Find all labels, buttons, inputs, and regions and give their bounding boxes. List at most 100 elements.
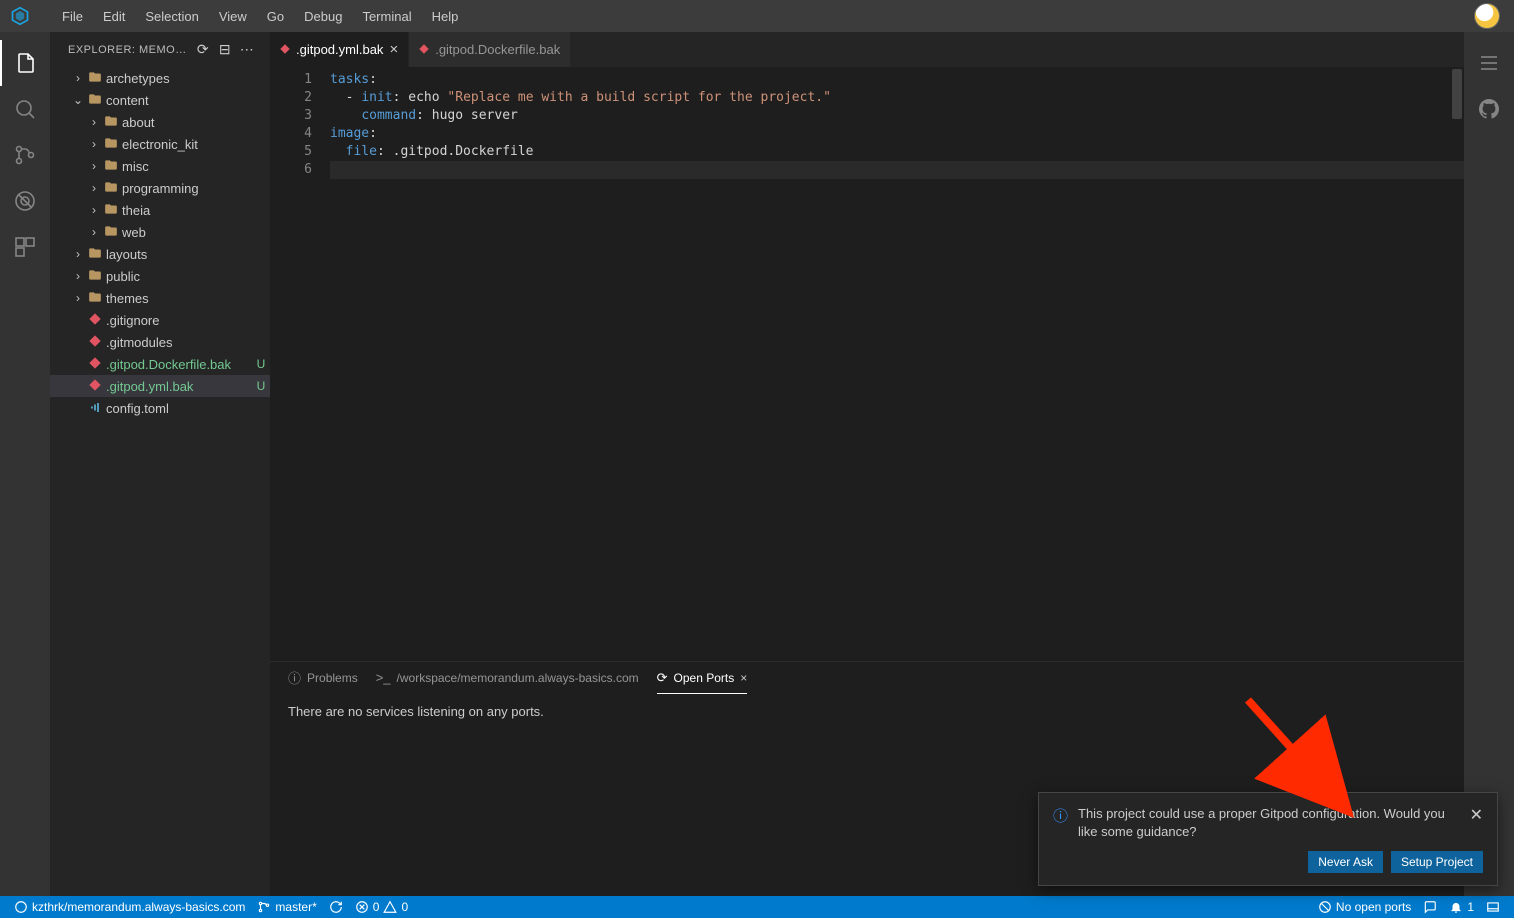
status-layout[interactable] [1480,896,1506,918]
chevron-icon: › [70,71,86,85]
tree-item-label: themes [106,291,270,306]
panel-tab[interactable]: ⟳Open Ports× [657,662,748,694]
activity-explorer[interactable] [0,40,50,86]
refresh-icon[interactable]: ⟳ [192,41,214,58]
panel-tab-icon: ⓘ [288,668,301,687]
menu-selection[interactable]: Selection [135,0,208,32]
editor[interactable]: 123456 tasks: - init: echo "Replace me w… [270,67,1464,661]
tree-item-label: content [106,93,270,108]
tree-item[interactable]: ⌄content [50,89,270,111]
menu-terminal[interactable]: Terminal [352,0,421,32]
tree-item[interactable]: .gitmodules [50,331,270,353]
menu-file[interactable]: File [52,0,93,32]
file-icon [86,335,104,350]
user-avatar[interactable] [1474,3,1500,29]
file-tree: ›archetypes⌄content›about›electronic_kit… [50,67,270,896]
status-problems[interactable]: 0 0 [349,896,414,918]
editor-tab[interactable]: .gitpod.yml.bak × [270,32,409,67]
code-line[interactable]: command: hugo server [330,107,1464,125]
code-line[interactable]: image: [330,125,1464,143]
code-line[interactable]: - init: echo "Replace me with a build sc… [330,89,1464,107]
outline-icon[interactable] [1464,40,1514,86]
explorer-title: EXPLORER: MEMORAN... [68,44,192,56]
status-repo[interactable]: kzthrk/memorandum.always-basics.com [8,896,251,918]
menu-edit[interactable]: Edit [93,0,135,32]
tree-item-label: public [106,269,270,284]
close-icon[interactable]: × [740,671,747,685]
gitpod-logo [8,4,32,28]
activity-debug[interactable] [0,178,50,224]
menu-view[interactable]: View [209,0,257,32]
scrollbar-thumb[interactable] [1452,69,1462,119]
file-icon [86,379,104,394]
chevron-icon: › [70,291,86,305]
code-line[interactable] [330,161,1464,179]
menubar: FileEditSelectionViewGoDebugTerminalHelp [0,0,1514,32]
panel-tab[interactable]: ⓘProblems [288,662,358,694]
code-line[interactable]: tasks: [330,71,1464,89]
tree-item[interactable]: ›electronic_kit [50,133,270,155]
tree-item-label: about [122,115,270,130]
tree-item[interactable]: ›programming [50,177,270,199]
tree-item[interactable]: ›misc [50,155,270,177]
menu-debug[interactable]: Debug [294,0,352,32]
file-icon [86,357,104,372]
chevron-icon: › [86,181,102,195]
status-sync[interactable] [323,896,349,918]
tab-label: .gitpod.Dockerfile.bak [435,42,560,57]
tree-item-label: electronic_kit [122,137,270,152]
status-notifications[interactable]: 1 [1443,896,1480,918]
tree-item-label: theia [122,203,270,218]
tree-item[interactable]: ›archetypes [50,67,270,89]
code-content[interactable]: tasks: - init: echo "Replace me with a b… [330,67,1464,661]
line-number: 2 [270,89,312,107]
activity-search[interactable] [0,86,50,132]
more-icon[interactable]: ⋯ [236,41,258,58]
status-ports[interactable]: No open ports [1312,896,1417,918]
status-feedback[interactable] [1417,896,1443,918]
folder-icon [86,246,104,263]
line-gutter: 123456 [270,67,330,661]
tree-item-label: layouts [106,247,270,262]
tab-label: .gitpod.yml.bak [296,42,383,57]
close-icon[interactable]: × [389,41,398,58]
tree-item[interactable]: › public [50,265,270,287]
tree-item[interactable]: › layouts [50,243,270,265]
editor-tab[interactable]: .gitpod.Dockerfile.bak [409,32,571,67]
status-branch[interactable]: master* [251,896,322,918]
status-notification-count: 1 [1467,900,1474,914]
tree-item[interactable]: config.toml [50,397,270,419]
tree-item[interactable]: .gitpod.yml.bakU [50,375,270,397]
notification-action-never-ask[interactable]: Never Ask [1308,851,1383,873]
line-number: 3 [270,107,312,125]
github-icon[interactable] [1464,86,1514,132]
chevron-icon: › [70,247,86,261]
notification-action-setup-project[interactable]: Setup Project [1391,851,1483,873]
tree-item-label: .gitpod.Dockerfile.bak [106,357,252,372]
tree-item[interactable]: › themes [50,287,270,309]
menu-go[interactable]: Go [257,0,294,32]
line-number: 1 [270,71,312,89]
chevron-icon: › [86,115,102,129]
menu-help[interactable]: Help [422,0,469,32]
activity-extensions[interactable] [0,224,50,270]
tree-item[interactable]: .gitignore [50,309,270,331]
panel-tab[interactable]: >_/workspace/memorandum.always-basics.co… [376,662,639,694]
line-number: 4 [270,125,312,143]
tree-item[interactable]: ›theia [50,199,270,221]
editor-area: .gitpod.yml.bak × .gitpod.Dockerfile.bak 1… [270,32,1464,896]
activity-source-control[interactable] [0,132,50,178]
close-icon[interactable]: ✕ [1470,805,1483,841]
tree-item[interactable]: › about [50,111,270,133]
tree-item[interactable]: .gitpod.Dockerfile.bakU [50,353,270,375]
panel-tab-icon: ⟳ [657,670,668,686]
tree-item[interactable]: ›web [50,221,270,243]
code-line[interactable]: file: .gitpod.Dockerfile [330,143,1464,161]
tree-item-label: misc [122,159,270,174]
git-status-badge: U [252,357,270,371]
chevron-icon: › [70,269,86,283]
activity-bar [0,32,50,896]
tree-item-label: web [122,225,270,240]
collapse-all-icon[interactable]: ⊟ [214,41,236,58]
explorer-sidebar: EXPLORER: MEMORAN... ⟳ ⊟ ⋯ ›archetypes⌄c… [50,32,270,896]
